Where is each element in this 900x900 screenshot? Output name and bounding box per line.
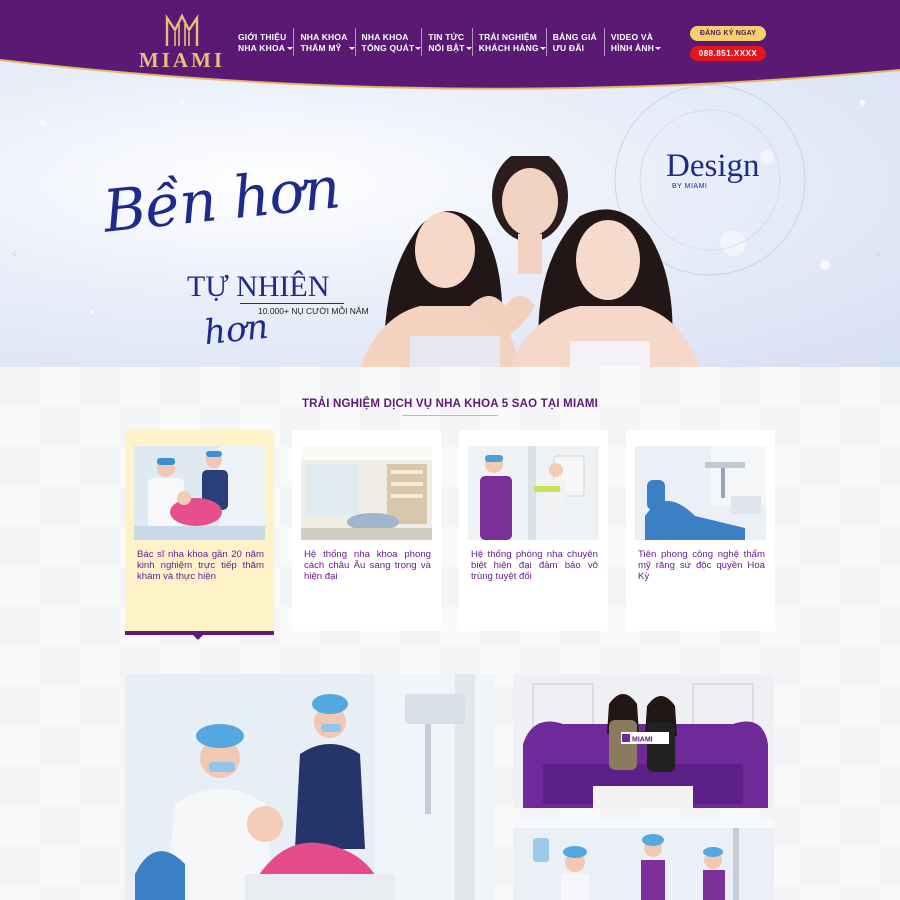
logo-text: MIAMI [138, 48, 226, 72]
hero-design-label: Design [666, 148, 760, 184]
section-title-underline [402, 415, 498, 416]
hero-models-image [360, 156, 700, 367]
nav-label-line2: NHA KHOA [238, 43, 286, 53]
nav-label-line2: ƯU ĐÃI [552, 43, 585, 53]
phone-button[interactable]: 088.851.XXXX [690, 46, 766, 61]
service-card[interactable]: Bác sĩ nha khoa gần 20 năm kinh nghiệm t… [125, 430, 274, 631]
card-text: Hệ thống phòng nha chuyên biệt hiện đại … [471, 549, 598, 582]
nav-item-video[interactable]: VIDEO VÀ HÌNH ẢNH [603, 28, 662, 56]
active-card-pointer [193, 635, 203, 640]
nav-item-tin-tuc[interactable]: TIN TỨC NỔI BẬT [421, 28, 472, 56]
card-text: Tiên phong công nghệ thẩm mỹ răng sứ độc… [638, 549, 765, 582]
card-text: Hệ thống nha khoa phong cách châu Âu san… [304, 549, 431, 582]
nav-item-bang-gia[interactable]: BẢNG GIÁ ƯU ĐÃI [545, 28, 604, 56]
hero-divider [240, 303, 344, 304]
hero-banner[interactable]: Bền hơn TỰ NHIÊN 10.000+ NỤ CƯỜI MỖI NĂM… [0, 60, 900, 367]
nav-label-line2: NỔI BẬT [428, 43, 465, 53]
nav-label-line2: KHÁCH HÀNG [478, 43, 539, 53]
gallery-photo-reception[interactable]: MIAMI [513, 674, 774, 808]
slider-prev-icon[interactable]: ‹ [12, 244, 17, 260]
hero-subtitle: 10.000+ NỤ CƯỜI MỖI NĂM [258, 306, 369, 316]
nav-label-line2: HÌNH ẢNH [610, 43, 655, 53]
nav-label-line2: TỔNG QUÁT [361, 43, 415, 53]
nav-label-line1: BẢNG GIÁ [552, 32, 597, 42]
service-card[interactable]: Tiên phong công nghệ thẩm mỹ răng sứ độc… [626, 430, 775, 631]
slider-next-icon[interactable]: › [876, 244, 881, 260]
nav-label-line1: GIỚI THIỆU [238, 32, 287, 42]
nav-item-tong-quat[interactable]: NHA KHOA TỔNG QUÁT [354, 28, 422, 56]
card-image-dental-chair [635, 446, 766, 540]
gallery-photo-team[interactable] [513, 818, 774, 900]
nav-label-line1: TIN TỨC [428, 32, 465, 42]
hero-script-bottom: hơn [202, 306, 271, 354]
hero-script-title: Bền hơn [100, 153, 343, 246]
gallery-photo-treatment[interactable] [125, 674, 495, 900]
card-text: Bác sĩ nha khoa gần 20 năm kinh nghiệm t… [137, 549, 264, 582]
register-button[interactable]: ĐĂNG KÝ NGAY [690, 26, 766, 41]
logo[interactable]: MIAMI [132, 12, 232, 76]
card-image-clinic-room [301, 446, 432, 540]
nav-label-line1: VIDEO VÀ [610, 32, 654, 42]
card-image-xray-room [468, 446, 599, 540]
service-card[interactable]: Hệ thống nha khoa phong cách châu Âu san… [292, 430, 441, 631]
nav-label-line1: NHA KHOA [300, 32, 348, 42]
nav-item-gioi-thieu[interactable]: GIỚI THIỆU NHA KHOA [232, 28, 294, 56]
nav-label-line2: THẨM MỸ [300, 43, 342, 53]
nav-label-line1: TRẢI NGHIỆM [478, 32, 538, 42]
chevron-down-icon [655, 47, 662, 50]
hero-headline: TỰ NHIÊN [187, 270, 330, 303]
service-card[interactable]: Hệ thống phòng nha chuyên biệt hiện đại … [459, 430, 608, 631]
hero-design-by: BY MIAMI [672, 183, 708, 190]
nav-item-tham-my[interactable]: NHA KHOA THẨM MỸ [293, 28, 355, 56]
site-header: MIAMI GIỚI THIỆU NHA KHOA NHA KHOA THẨM MỸ… [0, 0, 900, 100]
photo-sign-text: MIAMI [632, 737, 653, 744]
nav-item-trai-nghiem[interactable]: TRẢI NGHIỆM KHÁCH HÀNG [471, 28, 546, 56]
main-nav: GIỚI THIỆU NHA KHOA NHA KHOA THẨM MỸ NHA K… [232, 28, 662, 56]
logo-mark-icon [165, 13, 199, 46]
card-image-doctor [134, 446, 265, 540]
nav-label-line1: NHA KHOA [361, 32, 409, 42]
section-title: TRẢI NGHIỆM DỊCH VỤ NHA KHOA 5 SAO TẠI M… [301, 398, 599, 410]
